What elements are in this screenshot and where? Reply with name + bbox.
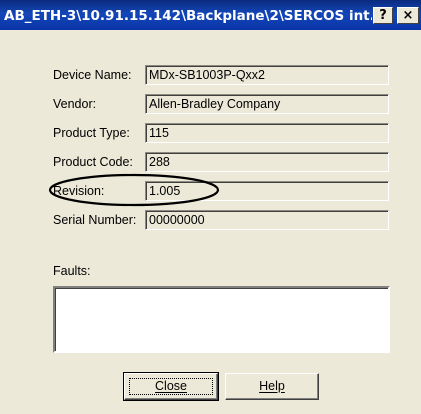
- serial-number-label: Serial Number:: [53, 213, 137, 227]
- close-button[interactable]: Close: [123, 372, 219, 401]
- product-type-label: Product Type:: [53, 126, 130, 140]
- device-name-field: MDx-SB1003P-Qxx2: [145, 65, 389, 85]
- window-title: AB_ETH-3\10.91.15.142\Backplane\2\SERCOS…: [4, 8, 372, 24]
- vendor-label: Vendor:: [53, 97, 97, 111]
- revision-field: 1.005: [145, 181, 389, 201]
- help-icon[interactable]: ?: [373, 7, 393, 24]
- product-code-field: 288: [145, 152, 389, 172]
- help-button-label: Help: [259, 379, 285, 393]
- faults-list[interactable]: [53, 286, 390, 353]
- vendor-field: Allen-Bradley Company: [145, 94, 389, 114]
- help-button[interactable]: Help: [225, 373, 319, 400]
- product-code-label: Product Code:: [53, 155, 133, 169]
- faults-label: Faults:: [53, 264, 91, 278]
- device-properties-dialog: AB_ETH-3\10.91.15.142\Backplane\2\SERCOS…: [0, 0, 421, 414]
- close-button-label: Close: [155, 379, 187, 393]
- product-type-field: 115: [145, 123, 389, 143]
- serial-number-field: 00000000: [145, 210, 389, 230]
- title-bar[interactable]: AB_ETH-3\10.91.15.142\Backplane\2\SERCOS…: [0, 0, 421, 30]
- revision-label: Revision:: [53, 184, 105, 198]
- device-name-label: Device Name:: [53, 68, 132, 82]
- close-icon[interactable]: ×: [397, 7, 419, 24]
